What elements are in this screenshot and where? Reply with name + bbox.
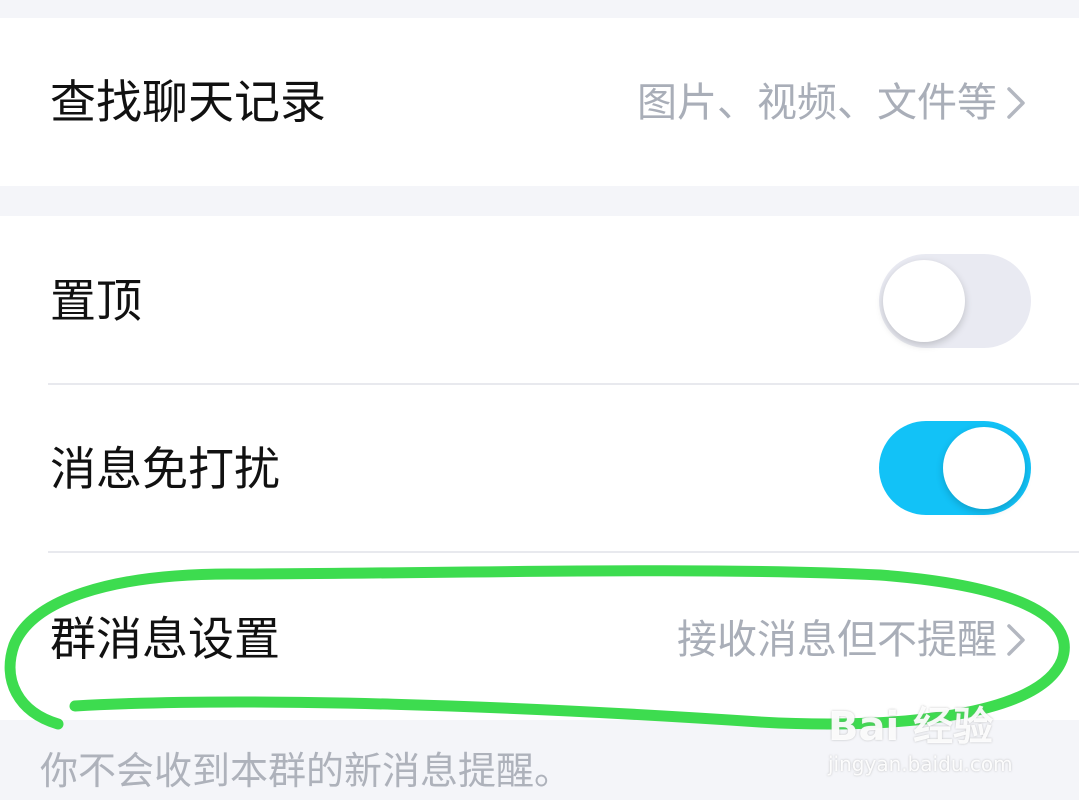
search-chat-history-row[interactable]: 查找聊天记录 图片、视频、文件等 (0, 18, 1079, 186)
search-chat-history-label: 查找聊天记录 (50, 75, 326, 129)
toggle-knob (883, 260, 965, 342)
search-chat-history-hint: 图片、视频、文件等 (637, 80, 997, 126)
do-not-disturb-label: 消息免打扰 (50, 442, 280, 496)
toggle-knob (943, 427, 1025, 509)
settings-section: 置顶 消息免打扰 群消息设置 接收消息但不提醒 (0, 216, 1079, 720)
watermark-url: jingyan.baidu.com (828, 752, 1013, 776)
group-setting-footnote: 你不会收到本群的新消息提醒。 (40, 749, 573, 793)
chevron-right-icon (1007, 624, 1025, 656)
section-gap (0, 186, 1079, 216)
pin-top-row: 置顶 (0, 216, 1079, 384)
search-section: 查找聊天记录 图片、视频、文件等 (0, 18, 1079, 186)
top-gap (0, 0, 1079, 18)
group-message-settings-label: 群消息设置 (50, 612, 280, 666)
pin-top-toggle[interactable] (879, 254, 1031, 348)
group-message-settings-value: 接收消息但不提醒 (677, 617, 997, 663)
watermark-brand: Bai 经验 (828, 704, 994, 750)
pin-top-label: 置顶 (50, 274, 142, 328)
baidu-jingyan-watermark: Bai 经验 jingyan.baidu.com (828, 682, 1028, 782)
do-not-disturb-toggle[interactable] (879, 421, 1031, 515)
chevron-right-icon (1007, 87, 1025, 119)
do-not-disturb-row: 消息免打扰 (0, 384, 1079, 552)
